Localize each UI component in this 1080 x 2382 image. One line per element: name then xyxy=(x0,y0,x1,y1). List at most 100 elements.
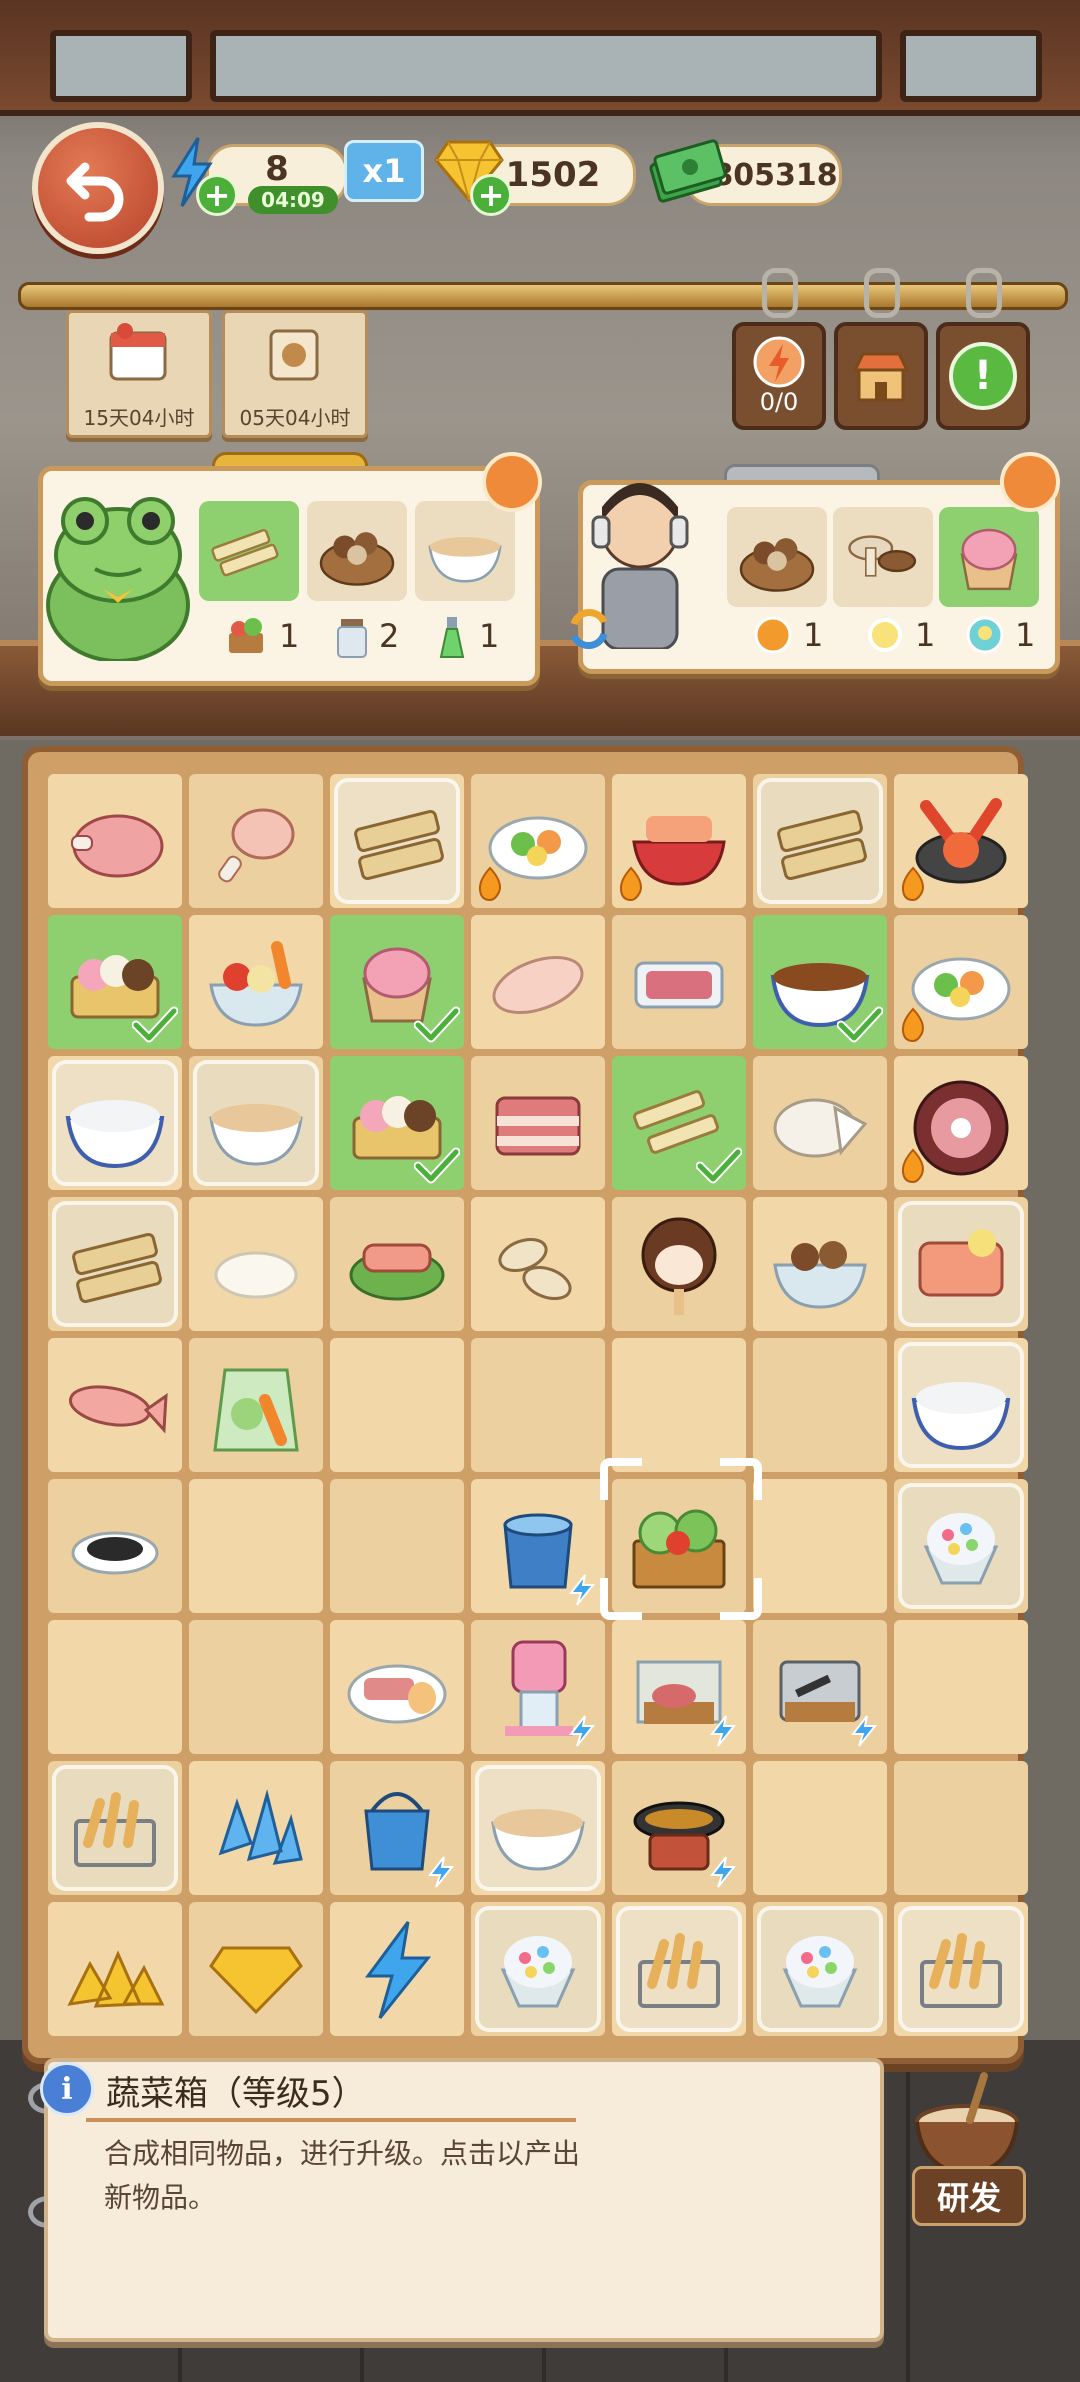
order-speedup-button[interactable] xyxy=(1000,452,1060,512)
board-cell-empty[interactable] xyxy=(330,1338,464,1472)
event-ticket-1[interactable]: 15天04小时 xyxy=(66,310,212,438)
board-cell-empty[interactable] xyxy=(894,1761,1028,1895)
checkmark-icon xyxy=(414,1006,460,1043)
board-cell-water-bucket[interactable] xyxy=(471,1479,605,1613)
board-cell-mushroom-bowl[interactable] xyxy=(753,1197,887,1331)
black-sesame-icon xyxy=(71,1531,159,1575)
board-cell-noodle-bowl[interactable] xyxy=(471,1761,605,1895)
toast-icon xyxy=(72,1232,162,1304)
board-cell-veg-bag[interactable] xyxy=(189,1338,323,1472)
research-button[interactable]: 研发 xyxy=(912,2166,1026,2226)
board-cell-shaved-ice[interactable] xyxy=(894,1479,1028,1613)
generator-bolt-icon xyxy=(709,1856,737,1888)
board-cell-empty[interactable] xyxy=(471,1338,605,1472)
board-cell-meat-board[interactable] xyxy=(612,1620,746,1754)
board-cell-fryer[interactable] xyxy=(612,1761,746,1895)
add-gems-button[interactable]: + xyxy=(470,174,512,216)
lightning-icon xyxy=(365,1921,432,2019)
order-card-singer[interactable]: 1 1 1 xyxy=(578,480,1060,674)
board-cell-ham[interactable] xyxy=(48,774,182,908)
board-cell-salad[interactable] xyxy=(894,915,1028,1049)
board-cell-toast[interactable] xyxy=(753,774,887,908)
order-speedup-button[interactable] xyxy=(482,452,542,512)
board-cell-gold-gem[interactable] xyxy=(189,1902,323,2036)
board-cell-gold-pile[interactable] xyxy=(48,1902,182,2036)
generator-bolt-icon xyxy=(427,1856,455,1888)
roof-beam xyxy=(0,0,1080,116)
board-cell-icecream-box[interactable] xyxy=(48,915,182,1049)
reward-count: 1 xyxy=(915,616,936,654)
board-cell-tofu[interactable] xyxy=(612,1056,746,1190)
checkmark-icon xyxy=(837,1006,883,1043)
jar-icon xyxy=(337,619,367,658)
board-cell-salmon-leaf[interactable] xyxy=(330,1197,464,1331)
board-cell-empty[interactable] xyxy=(894,1620,1028,1754)
gem-value: 1502 xyxy=(505,155,601,195)
shaved-ice-icon xyxy=(923,1513,999,1585)
order-slot-mushroom-basket xyxy=(727,507,827,607)
event-ticket-2[interactable]: 05天04小时 xyxy=(222,310,368,438)
selection-bracket xyxy=(600,1458,642,1500)
board-cell-meat-pack[interactable] xyxy=(612,915,746,1049)
board-cell-fish[interactable] xyxy=(48,1338,182,1472)
order-card-frog[interactable]: 1 2 1 xyxy=(38,466,540,686)
board-cell-lobster[interactable] xyxy=(894,774,1028,908)
board-cell-empty[interactable] xyxy=(753,1761,887,1895)
board-cell-bucket[interactable] xyxy=(330,1761,464,1895)
flame-icon xyxy=(478,866,501,902)
board-cell-sugar-bowl[interactable] xyxy=(894,1338,1028,1472)
rice-cake-icon xyxy=(773,1098,868,1158)
energy-box-tag[interactable]: 0/0 xyxy=(732,322,826,430)
board-cell-bacon-egg[interactable] xyxy=(330,1620,464,1754)
board-cell-strawberry-cup[interactable] xyxy=(330,915,464,1049)
hook xyxy=(762,268,798,318)
pork-belly-icon xyxy=(495,1096,581,1156)
board-cell-sugar-bowl[interactable] xyxy=(48,1056,182,1190)
board-cell-empty[interactable] xyxy=(48,1620,182,1754)
exclamation-icon: ! xyxy=(949,342,1017,410)
board-cell-ice-crystals[interactable] xyxy=(189,1761,323,1895)
board-cell-empty[interactable] xyxy=(330,1479,464,1613)
board-cell-sashimi[interactable] xyxy=(612,774,746,908)
alert-tag[interactable]: ! xyxy=(936,322,1030,430)
multiplier-button[interactable]: x1 xyxy=(344,140,424,202)
mushroom-basket-icon xyxy=(739,538,815,592)
noodle-bowl-icon xyxy=(209,1104,303,1166)
board-cell-empty[interactable] xyxy=(189,1620,323,1754)
board-cell-toast[interactable] xyxy=(330,774,464,908)
board-cell-salad[interactable] xyxy=(471,774,605,908)
board-cell-chicken-breast[interactable] xyxy=(471,915,605,1049)
board-cell-shaved-ice[interactable] xyxy=(753,1902,887,2036)
board-cell-toast[interactable] xyxy=(48,1197,182,1331)
board-cell-shaved-ice[interactable] xyxy=(471,1902,605,2036)
board-cell-ice-machine[interactable] xyxy=(471,1620,605,1754)
board-cell-pork-belly[interactable] xyxy=(471,1056,605,1190)
board-cell-rice-cake[interactable] xyxy=(753,1056,887,1190)
board-cell-seeds[interactable] xyxy=(471,1197,605,1331)
board-cell-popsicle[interactable] xyxy=(612,1197,746,1331)
board-cell-icecream-box[interactable] xyxy=(330,1056,464,1190)
board-cell-empty[interactable] xyxy=(612,1338,746,1472)
board-cell-meat-platter[interactable] xyxy=(894,1056,1028,1190)
reward-bulb: 1 xyxy=(965,615,1035,655)
back-button[interactable] xyxy=(32,122,164,254)
board-cell-fries-basket[interactable] xyxy=(612,1902,746,2036)
board-cell-knife-tray[interactable] xyxy=(753,1620,887,1754)
board-cell-drumstick[interactable] xyxy=(189,774,323,908)
green-bottle-icon xyxy=(439,617,465,658)
board-cell-fries-basket[interactable] xyxy=(48,1761,182,1895)
board-cell-empty[interactable] xyxy=(189,1479,323,1613)
board-cell-veg-bowl[interactable] xyxy=(189,915,323,1049)
add-energy-button[interactable]: + xyxy=(196,174,238,216)
board-cell-empty[interactable] xyxy=(753,1338,887,1472)
board-cell-rice[interactable] xyxy=(189,1197,323,1331)
board-cell-noodle-bowl[interactable] xyxy=(189,1056,323,1190)
board-cell-empty[interactable] xyxy=(753,1479,887,1613)
shop-tag[interactable] xyxy=(834,322,928,430)
board-cell-fries-basket[interactable] xyxy=(894,1902,1028,2036)
board-cell-black-sesame[interactable] xyxy=(48,1479,182,1613)
board-cell-salmon[interactable] xyxy=(894,1197,1028,1331)
swap-customer-icon[interactable] xyxy=(564,604,614,654)
board-cell-braised-bowl[interactable] xyxy=(753,915,887,1049)
board-cell-lightning[interactable] xyxy=(330,1902,464,2036)
